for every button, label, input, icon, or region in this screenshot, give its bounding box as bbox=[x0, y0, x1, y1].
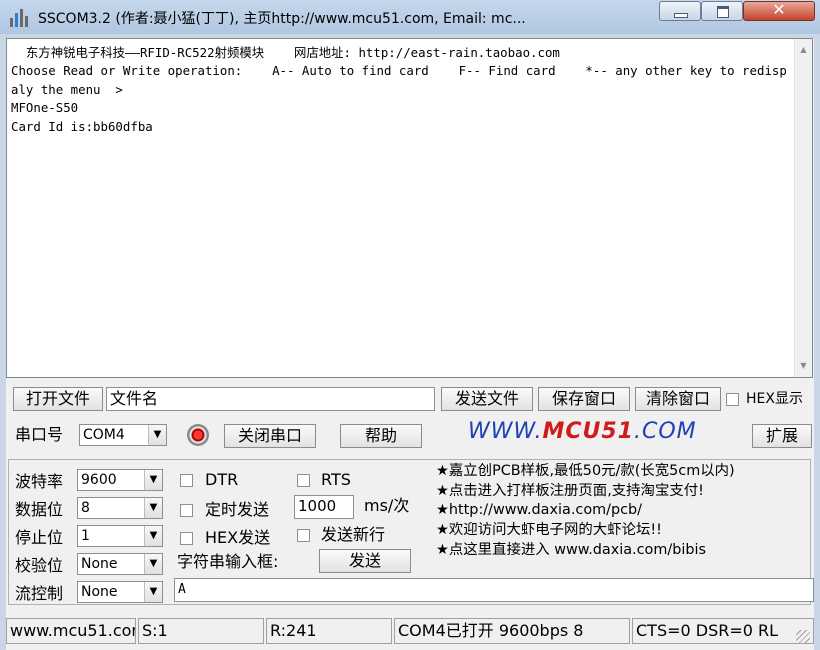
status-received-count: R:241 bbox=[266, 618, 392, 644]
mcu51-link[interactable]: WWW.MCU51.COM bbox=[468, 419, 697, 444]
parity-value: None bbox=[81, 556, 118, 572]
parity-label: 校验位 bbox=[15, 556, 64, 575]
chevron-down-icon[interactable]: ▼ bbox=[144, 582, 162, 602]
clear-window-button[interactable]: 清除窗口 bbox=[635, 387, 721, 411]
baud-label: 波特率 bbox=[15, 472, 64, 491]
send-newline-checkbox[interactable] bbox=[297, 529, 310, 542]
minimize-button[interactable] bbox=[659, 1, 701, 21]
port-status-indicator-icon bbox=[187, 424, 209, 446]
port-label: 串口号 bbox=[15, 425, 64, 444]
timed-send-checkbox[interactable] bbox=[180, 504, 193, 517]
baud-value: 9600 bbox=[81, 472, 117, 488]
data-bits-select[interactable]: 8 ▼ bbox=[77, 497, 163, 519]
flow-control-value: None bbox=[81, 584, 118, 600]
status-site: www.mcu51.com bbox=[6, 618, 136, 644]
maximize-button[interactable] bbox=[701, 1, 743, 21]
ad-line[interactable]: ★点击进入打样板注册页面,支持淘宝支付! bbox=[436, 482, 811, 502]
close-window-button[interactable]: ✕ bbox=[743, 0, 815, 21]
close-icon: ✕ bbox=[772, 0, 786, 19]
receive-area[interactable]: 东方神锐电子科技——RFID-RC522射频模块 网店地址: http://ea… bbox=[6, 38, 813, 378]
stop-bits-select[interactable]: 1 ▼ bbox=[77, 525, 163, 547]
close-port-button[interactable]: 关闭串口 bbox=[224, 424, 316, 448]
hex-display-label: HEX显示 bbox=[746, 391, 803, 407]
status-port: COM4已打开 9600bps 8 bbox=[394, 618, 630, 644]
status-sent-count: S:1 bbox=[138, 618, 264, 644]
stop-bits-label: 停止位 bbox=[15, 528, 64, 547]
hex-send-checkbox[interactable] bbox=[180, 532, 193, 545]
title-bar[interactable]: SSCOM3.2 (作者:聂小猛(丁丁), 主页http://www.mcu51… bbox=[0, 0, 820, 34]
flow-control-select[interactable]: None ▼ bbox=[77, 581, 163, 603]
scroll-down-icon[interactable]: ▼ bbox=[795, 357, 812, 374]
expand-button[interactable]: 扩展 bbox=[752, 424, 812, 448]
link-prefix: WWW. bbox=[468, 419, 543, 444]
timed-send-label: 定时发送 bbox=[205, 500, 270, 519]
interval-unit-label: ms/次 bbox=[364, 496, 410, 515]
chevron-down-icon[interactable]: ▼ bbox=[144, 554, 162, 574]
hex-display-checkbox[interactable] bbox=[726, 393, 739, 406]
rts-label: RTS bbox=[321, 470, 351, 489]
minimize-icon bbox=[674, 13, 688, 18]
help-button[interactable]: 帮助 bbox=[340, 424, 422, 448]
maximize-icon bbox=[717, 6, 729, 18]
app-icon bbox=[10, 9, 30, 27]
main-panel: 东方神锐电子科技——RFID-RC522射频模块 网店地址: http://ea… bbox=[6, 38, 814, 650]
ad-panel[interactable]: ★嘉立创PCB样板,最低50元/款(长宽5cm以内) ★点击进入打样板注册页面,… bbox=[436, 462, 811, 561]
dtr-checkbox[interactable] bbox=[180, 474, 193, 487]
ad-line[interactable]: ★点这里直接进入 www.daxia.com/bibis bbox=[436, 541, 811, 561]
vertical-scrollbar[interactable]: ▲ ▼ bbox=[794, 39, 812, 377]
chevron-down-icon[interactable]: ▼ bbox=[144, 498, 162, 518]
window-title: SSCOM3.2 (作者:聂小猛(丁丁), 主页http://www.mcu51… bbox=[38, 11, 526, 27]
save-window-button[interactable]: 保存窗口 bbox=[538, 387, 630, 411]
chevron-down-icon[interactable]: ▼ bbox=[144, 470, 162, 490]
resize-grip-icon[interactable] bbox=[796, 630, 810, 644]
send-interval-input[interactable]: 1000 bbox=[294, 495, 354, 519]
send-newline-label: 发送新行 bbox=[321, 525, 386, 544]
send-button[interactable]: 发送 bbox=[319, 549, 411, 573]
send-file-button[interactable]: 发送文件 bbox=[441, 387, 533, 411]
ad-line[interactable]: ★欢迎访问大虾电子网的大虾论坛!! bbox=[436, 521, 811, 541]
scroll-up-icon[interactable]: ▲ bbox=[795, 41, 812, 58]
port-select[interactable]: COM4 ▼ bbox=[79, 424, 167, 446]
link-suffix: .COM bbox=[634, 419, 697, 444]
dtr-label: DTR bbox=[205, 470, 239, 489]
parity-select[interactable]: None ▼ bbox=[77, 553, 163, 575]
port-value: COM4 bbox=[83, 427, 125, 443]
receive-text: 东方神锐电子科技——RFID-RC522射频模块 网店地址: http://ea… bbox=[11, 45, 787, 134]
data-bits-value: 8 bbox=[81, 500, 90, 516]
send-input[interactable]: A bbox=[174, 578, 814, 602]
stop-bits-value: 1 bbox=[81, 528, 90, 544]
chevron-down-icon[interactable]: ▼ bbox=[144, 526, 162, 546]
flow-control-label: 流控制 bbox=[15, 584, 64, 603]
ad-line[interactable]: ★http://www.daxia.com/pcb/ bbox=[436, 501, 811, 521]
app-window: SSCOM3.2 (作者:聂小猛(丁丁), 主页http://www.mcu51… bbox=[0, 0, 820, 650]
open-file-button[interactable]: 打开文件 bbox=[13, 387, 103, 411]
status-lines: CTS=0 DSR=0 RL bbox=[632, 618, 814, 644]
string-input-label: 字符串输入框: bbox=[177, 552, 279, 571]
chevron-down-icon[interactable]: ▼ bbox=[148, 425, 166, 445]
rts-checkbox[interactable] bbox=[297, 474, 310, 487]
link-brand: MCU51 bbox=[542, 419, 634, 444]
file-name-input[interactable]: 文件名 bbox=[106, 387, 435, 411]
baud-select[interactable]: 9600 ▼ bbox=[77, 469, 163, 491]
ad-line[interactable]: ★嘉立创PCB样板,最低50元/款(长宽5cm以内) bbox=[436, 462, 811, 482]
hex-send-label: HEX发送 bbox=[205, 528, 271, 547]
data-bits-label: 数据位 bbox=[15, 500, 64, 519]
